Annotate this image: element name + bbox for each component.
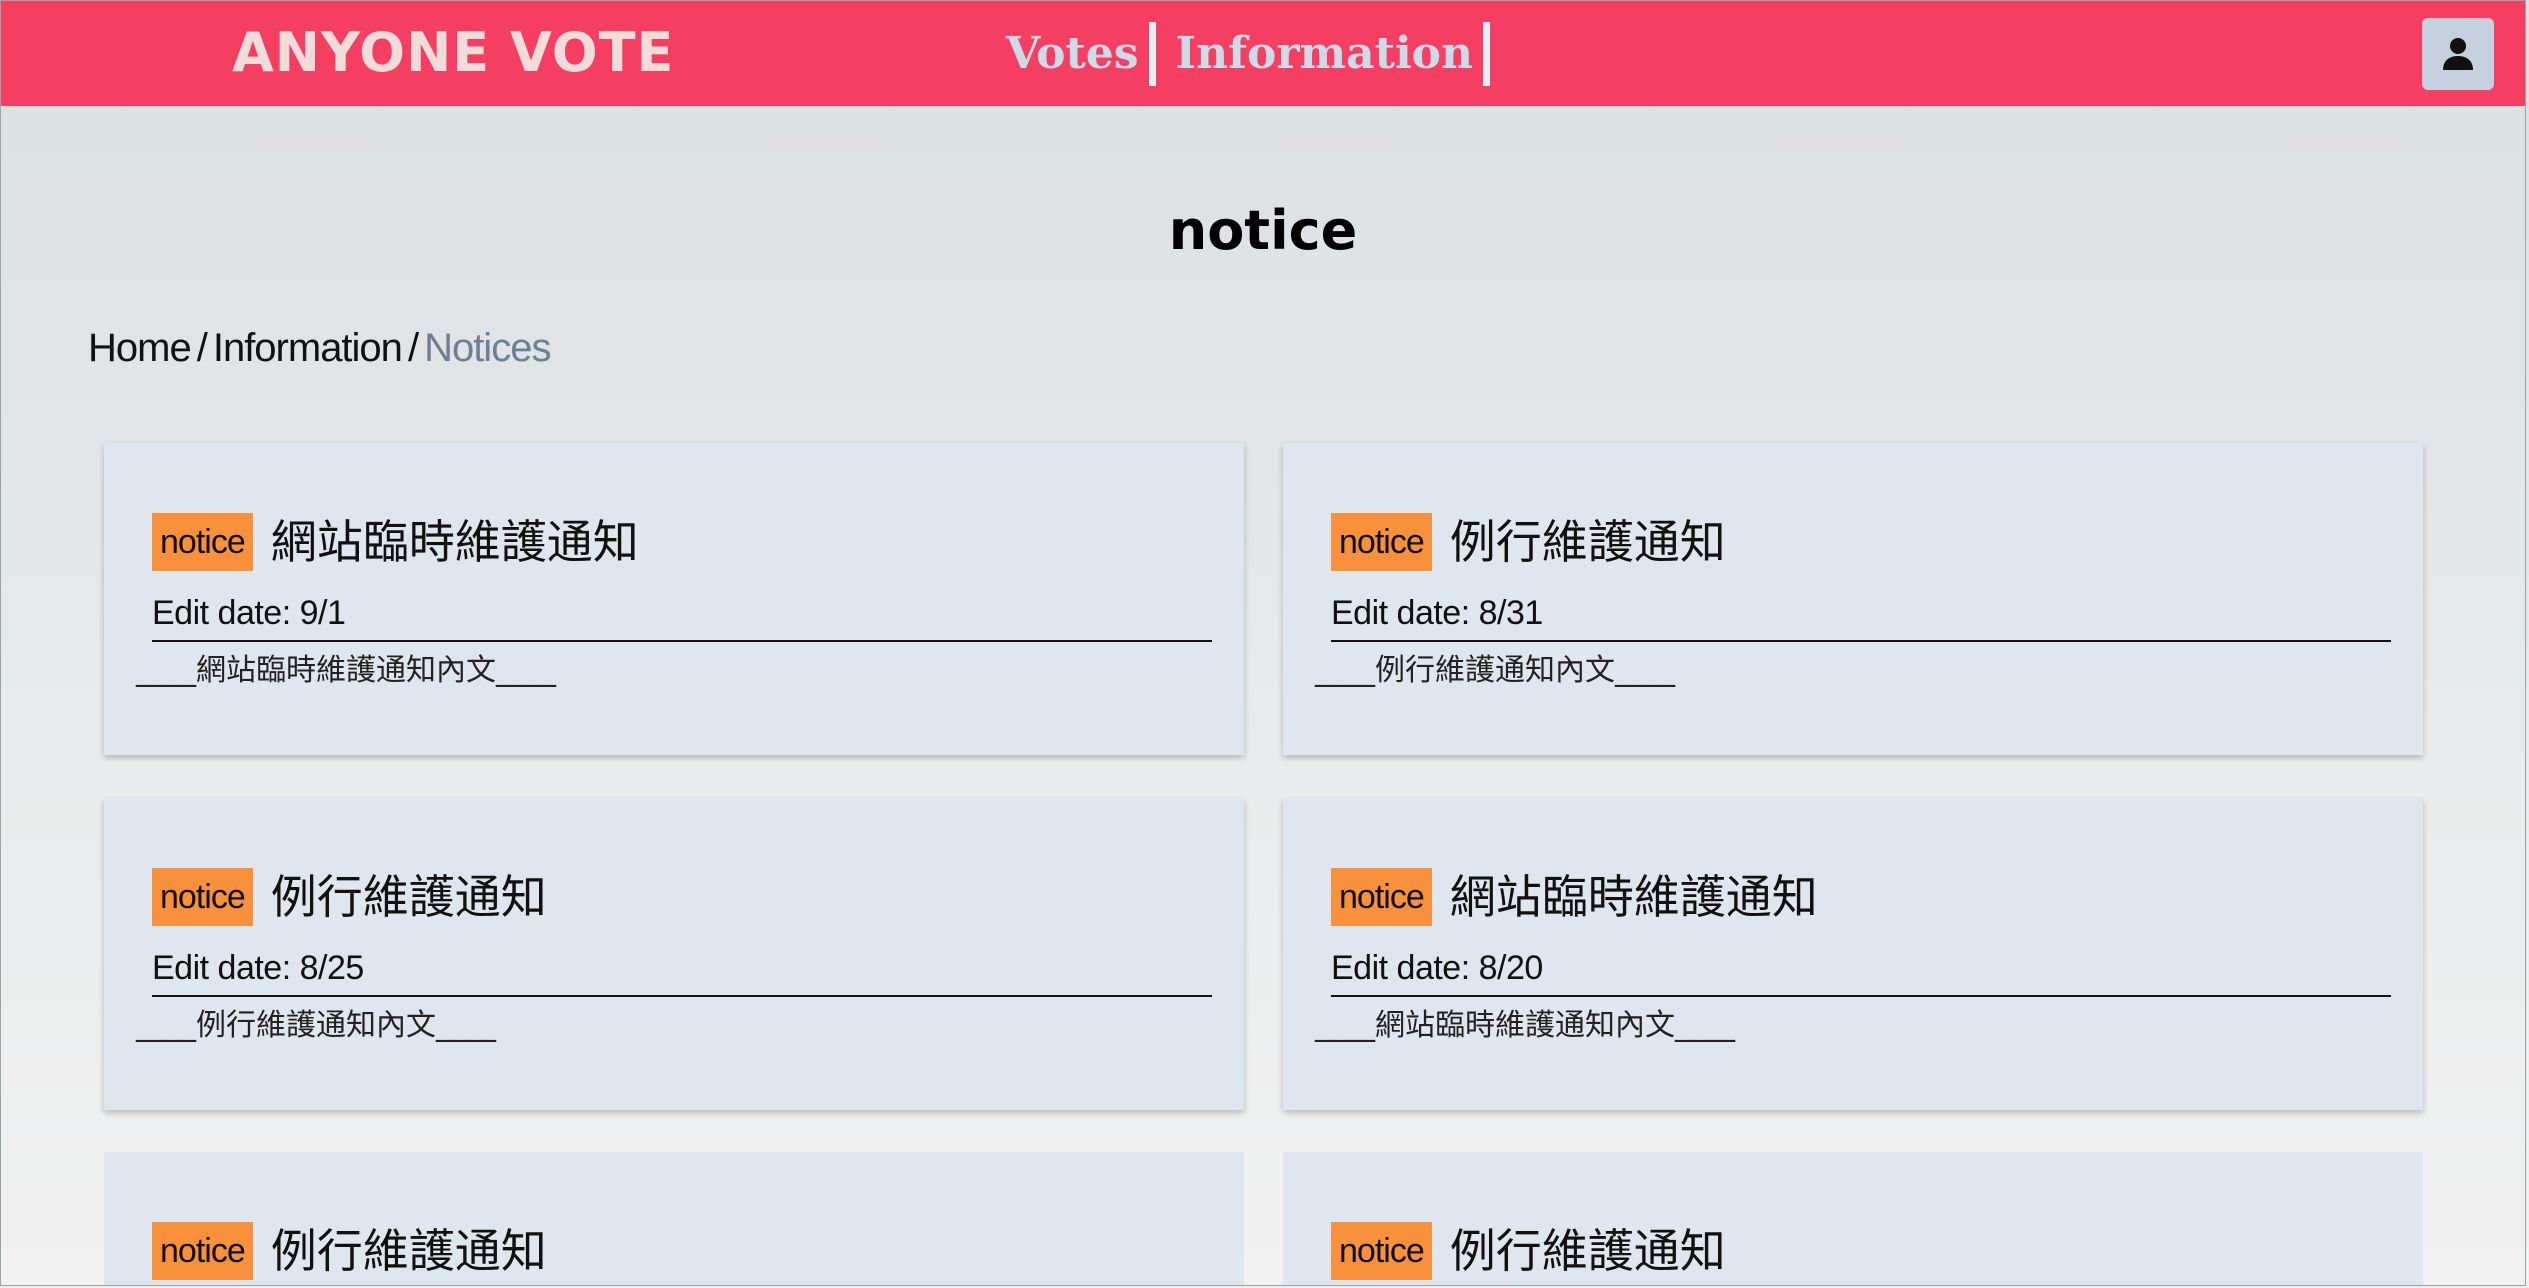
notice-badge: notice: [1331, 868, 1432, 926]
notice-card-header: notice 例行維護通知: [1331, 1220, 1726, 1282]
notice-badge: notice: [1331, 1222, 1432, 1280]
breadcrumb: Home / Information / Notices: [88, 320, 551, 376]
breadcrumb-home[interactable]: Home: [88, 320, 192, 376]
nav-link-information[interactable]: Information: [1176, 22, 1491, 86]
top-navbar: ANYONE VOTE Votes Information: [0, 0, 2526, 106]
notice-badge: notice: [152, 513, 253, 571]
notice-title: 網站臨時維護通知: [270, 515, 639, 569]
brand-logo[interactable]: ANYONE VOTE: [232, 20, 674, 86]
notice-title: 例行維護通知: [1449, 515, 1726, 569]
notice-title: 例行維護通知: [1449, 1224, 1726, 1278]
breadcrumb-separator: /: [196, 326, 208, 370]
notice-card[interactable]: notice 例行維護通知 Edit date: 8/31 ____例行維護通知…: [1283, 443, 2423, 755]
divider: [1331, 640, 2391, 642]
notice-card-header: notice 例行維護通知: [152, 1220, 547, 1282]
divider: [152, 640, 1212, 642]
notice-card[interactable]: notice 例行維護通知 Edit date: 8/25 ____例行維護通知…: [104, 798, 1244, 1110]
notice-badge: notice: [152, 1222, 253, 1280]
breadcrumb-information[interactable]: Information: [213, 320, 403, 376]
divider: [152, 995, 1212, 997]
notice-card[interactable]: notice 例行維護通知: [104, 1152, 1244, 1286]
divider: [1331, 995, 2391, 997]
user-menu-button[interactable]: [2422, 18, 2494, 90]
notice-edit-date: Edit date: 8/25: [152, 949, 364, 987]
notice-title: 例行維護通知: [270, 870, 547, 924]
breadcrumb-separator: /: [407, 326, 419, 370]
notice-body: ____例行維護通知內文____: [136, 1008, 496, 1043]
notice-card-header: notice 例行維護通知: [152, 866, 547, 928]
page-title: notice: [1168, 199, 1358, 262]
user-icon: [2443, 38, 2473, 70]
notice-card-header: notice 例行維護通知: [1331, 511, 1726, 573]
breadcrumb-current: Notices: [424, 326, 551, 370]
notice-title: 網站臨時維護通知: [1449, 870, 1818, 924]
notice-card[interactable]: notice 網站臨時維護通知 Edit date: 8/20 ____網站臨時…: [1283, 798, 2423, 1110]
notice-body: ____例行維護通知內文____: [1315, 653, 1675, 688]
notice-card[interactable]: notice 網站臨時維護通知 Edit date: 9/1 ____網站臨時維…: [104, 443, 1244, 755]
nav-links: Votes Information: [1006, 22, 1510, 86]
notice-body: ____網站臨時維護通知內文____: [1315, 1008, 1735, 1043]
notice-edit-date: Edit date: 8/31: [1331, 594, 1543, 632]
notice-body: ____網站臨時維護通知內文____: [136, 653, 556, 688]
notice-card[interactable]: notice 例行維護通知: [1283, 1152, 2423, 1286]
notice-badge: notice: [1331, 513, 1432, 571]
notice-badge: notice: [152, 868, 253, 926]
notice-edit-date: Edit date: 8/20: [1331, 949, 1543, 987]
nav-link-votes[interactable]: Votes: [1006, 22, 1156, 86]
notice-card-header: notice 網站臨時維護通知: [1331, 866, 1818, 928]
notice-card-header: notice 網站臨時維護通知: [152, 511, 639, 573]
notice-title: 例行維護通知: [270, 1224, 547, 1278]
notice-edit-date: Edit date: 9/1: [152, 594, 346, 632]
